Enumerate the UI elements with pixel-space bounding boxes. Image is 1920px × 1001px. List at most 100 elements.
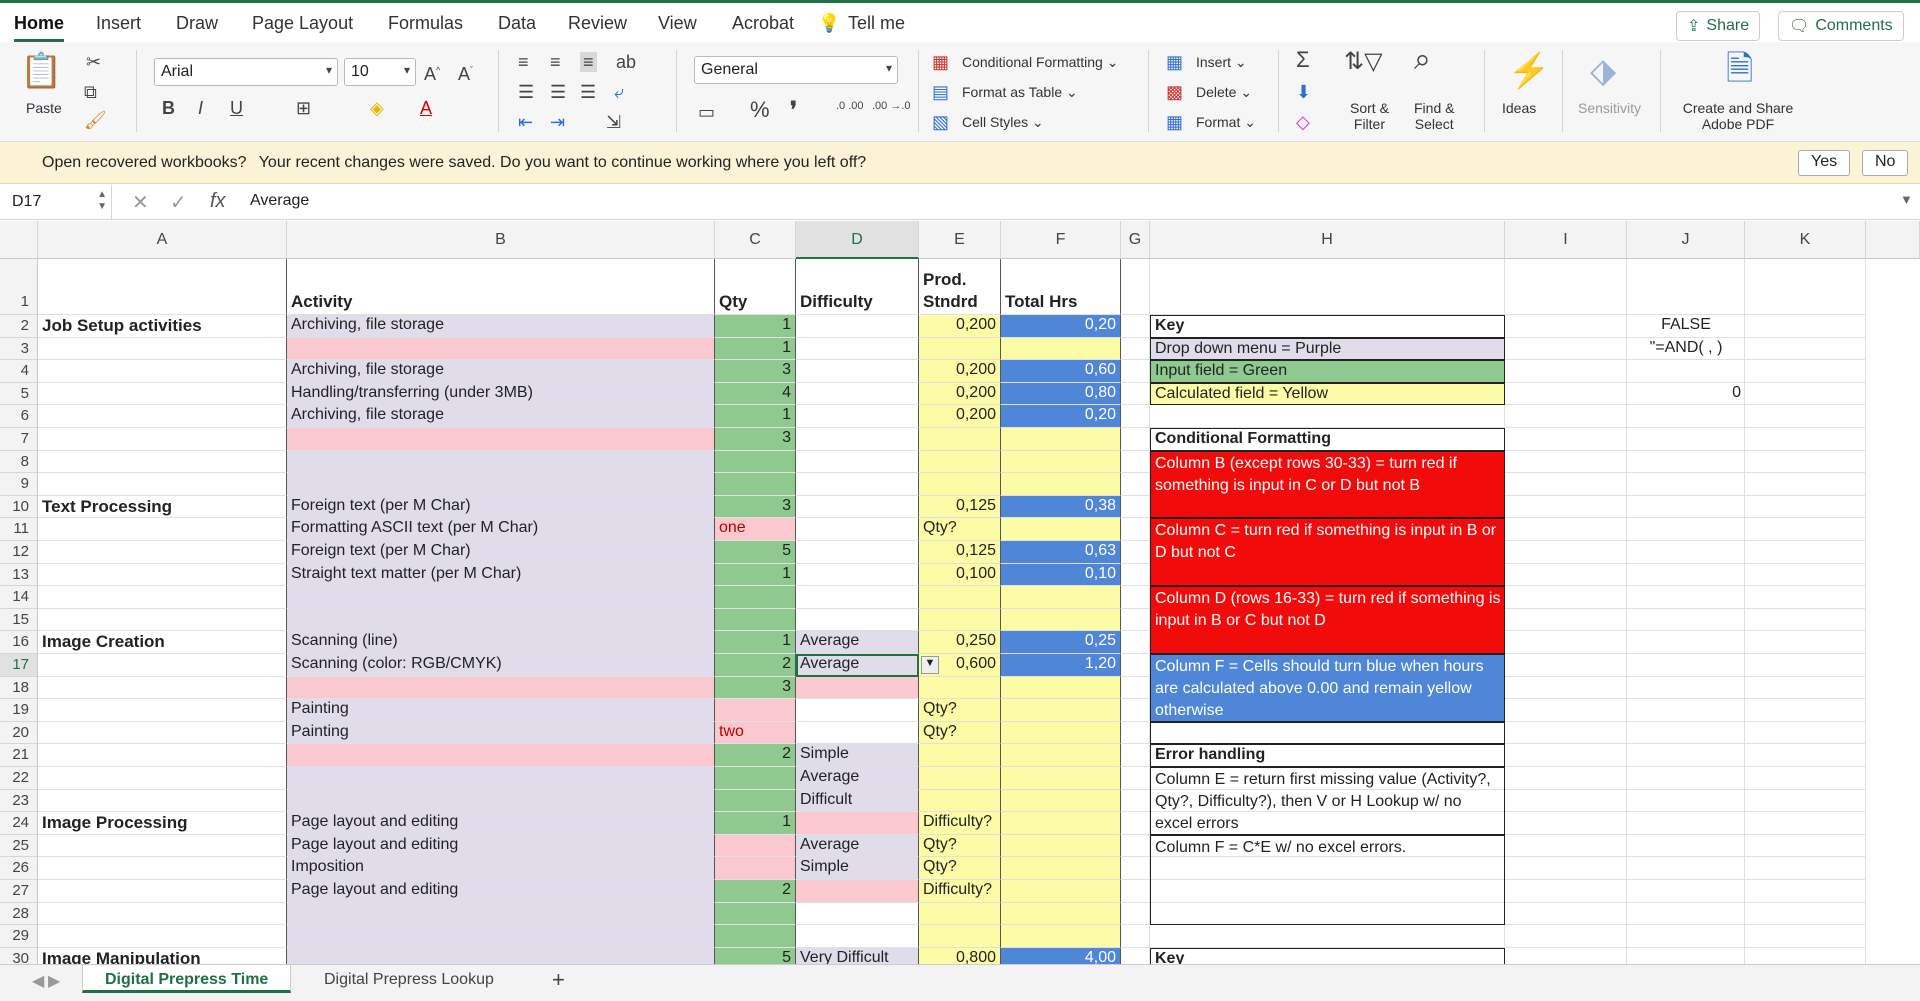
delete-cells-icon[interactable]: ▩	[1166, 82, 1183, 102]
tab-page-layout[interactable]: Page Layout	[252, 13, 353, 34]
column-header[interactable]: C	[715, 221, 796, 259]
percent-style-button[interactable]: %	[750, 99, 770, 121]
increase-font-size-icon[interactable]: A^	[424, 60, 440, 84]
name-box-stepper-icon[interactable]: ▲ ▼	[97, 189, 107, 213]
cell-c24[interactable]: 1	[715, 812, 796, 835]
increase-indent-icon[interactable]: ⇥	[550, 112, 565, 132]
row-header[interactable]: 29	[0, 925, 38, 948]
cell-d17[interactable]: Average	[796, 654, 919, 677]
column-header[interactable]: I	[1505, 221, 1627, 259]
align-middle-icon[interactable]: ≡	[550, 52, 561, 72]
cell-b6[interactable]: Archiving, file storage	[287, 405, 715, 428]
cell-c23[interactable]	[715, 789, 796, 813]
cell-d14[interactable]	[796, 586, 919, 609]
row-header[interactable]: 4	[0, 360, 38, 383]
cell-d4[interactable]	[796, 360, 919, 383]
cell-d8[interactable]	[796, 450, 919, 474]
cell-b30[interactable]	[287, 947, 715, 964]
cell-b21[interactable]	[287, 744, 715, 767]
conditional-formatting-icon[interactable]: ▦	[932, 52, 949, 72]
italic-button[interactable]: I	[198, 98, 203, 118]
row-header[interactable]: 10	[0, 495, 38, 519]
find-select-icon[interactable]: ⌕	[1414, 45, 1431, 75]
cell-c28[interactable]	[715, 902, 796, 926]
cell-d22[interactable]: Average	[796, 767, 919, 790]
cut-icon[interactable]: ✂	[86, 52, 101, 72]
row-header[interactable]: 16	[0, 631, 38, 654]
tab-data[interactable]: Data	[498, 13, 536, 34]
decrease-indent-icon[interactable]: ⇤	[518, 112, 533, 132]
cell-d27[interactable]	[796, 880, 919, 903]
enter-icon[interactable]: ✓	[170, 190, 187, 215]
column-header[interactable]: E	[919, 221, 1001, 259]
comments-button[interactable]: 🗨 Comments	[1778, 11, 1904, 41]
row-header[interactable]: 25	[0, 834, 38, 858]
tab-insert[interactable]: Insert	[96, 13, 141, 34]
cell-b12[interactable]: Foreign text (per M Char)	[287, 541, 715, 564]
cell-d24[interactable]	[796, 812, 919, 835]
row-header[interactable]: 28	[0, 902, 38, 926]
autosum-icon[interactable]: Σ	[1296, 49, 1310, 71]
format-cells-icon[interactable]: ▦	[1166, 112, 1183, 132]
cell-c16[interactable]: 1	[715, 631, 796, 654]
cell-b19[interactable]: Painting	[287, 699, 715, 722]
number-format-select[interactable]: General ▾	[694, 56, 898, 84]
tab-formulas[interactable]: Formulas	[388, 13, 463, 34]
cell-d6[interactable]	[796, 405, 919, 428]
cell-c11[interactable]: one	[715, 518, 796, 541]
cell-b5[interactable]: Handling/transferring (under 3MB)	[287, 382, 715, 406]
cell-d10[interactable]	[796, 495, 919, 519]
cancel-icon[interactable]: ✕	[132, 190, 149, 215]
row-header[interactable]: 2	[0, 315, 38, 338]
cell-d13[interactable]	[796, 563, 919, 587]
increase-decimal-button[interactable]: .0 .00	[836, 100, 864, 112]
column-header[interactable]: H	[1150, 221, 1505, 259]
cell-d15[interactable]	[796, 608, 919, 632]
row-header[interactable]: 5	[0, 382, 38, 406]
cell-styles-button[interactable]: Cell Styles ⌄	[962, 114, 1044, 131]
cell-d7[interactable]	[796, 428, 919, 451]
cell-d28[interactable]	[796, 902, 919, 926]
cell-b22[interactable]	[287, 767, 715, 790]
cell-b2[interactable]: Archiving, file storage	[287, 315, 715, 338]
row-header[interactable]: 3	[0, 337, 38, 361]
cell-b29[interactable]	[287, 925, 715, 948]
cell-d20[interactable]	[796, 721, 919, 745]
cell-c9[interactable]	[715, 473, 796, 496]
cell-b9[interactable]	[287, 473, 715, 496]
comma-style-button[interactable]: ❜	[790, 99, 797, 121]
borders-icon[interactable]: ⊞	[296, 98, 311, 118]
paste-label[interactable]: Paste	[26, 100, 62, 116]
find-select-label[interactable]: Find & Select	[1414, 100, 1454, 132]
cell-b28[interactable]	[287, 902, 715, 926]
row-header[interactable]: 12	[0, 541, 38, 564]
cell-b23[interactable]	[287, 789, 715, 813]
adobe-pdf-icon[interactable]: 🗎	[1726, 50, 1753, 88]
insert-cells-icon[interactable]: ▦	[1166, 52, 1183, 72]
insert-cells-button[interactable]: Insert ⌄	[1196, 54, 1247, 71]
cell-c30[interactable]: 5	[715, 947, 796, 964]
insert-function-icon[interactable]: fx	[210, 190, 226, 213]
fill-color-icon[interactable]: ◈	[370, 98, 384, 118]
cell-c25[interactable]	[715, 834, 796, 858]
sensitivity-label[interactable]: Sensitivity	[1578, 100, 1641, 116]
row-header[interactable]: 23	[0, 789, 38, 813]
cell-d26[interactable]: Simple	[796, 857, 919, 880]
accounting-format-icon[interactable]: ▭	[698, 102, 715, 122]
row-header[interactable]: 22	[0, 767, 38, 790]
row-header[interactable]: 14	[0, 586, 38, 609]
cell-b24[interactable]: Page layout and editing	[287, 812, 715, 835]
cell-c22[interactable]	[715, 767, 796, 790]
cell-styles-icon[interactable]: ▧	[932, 112, 949, 132]
cell-b15[interactable]	[287, 608, 715, 632]
cell-d16[interactable]: Average	[796, 631, 919, 654]
font-name-select[interactable]: Arial ▾	[154, 58, 338, 86]
sort-filter-icon[interactable]: ⇅▽	[1344, 50, 1383, 74]
underline-button[interactable]: U	[230, 98, 243, 118]
font-size-select[interactable]: 10 ▾	[344, 58, 416, 86]
row-header[interactable]: 13	[0, 563, 38, 587]
decrease-font-size-icon[interactable]: Aˇ	[458, 60, 473, 84]
cell-b10[interactable]: Foreign text (per M Char)	[287, 495, 715, 519]
ideas-label[interactable]: Ideas	[1502, 100, 1536, 116]
row-header[interactable]: 30	[0, 947, 38, 964]
